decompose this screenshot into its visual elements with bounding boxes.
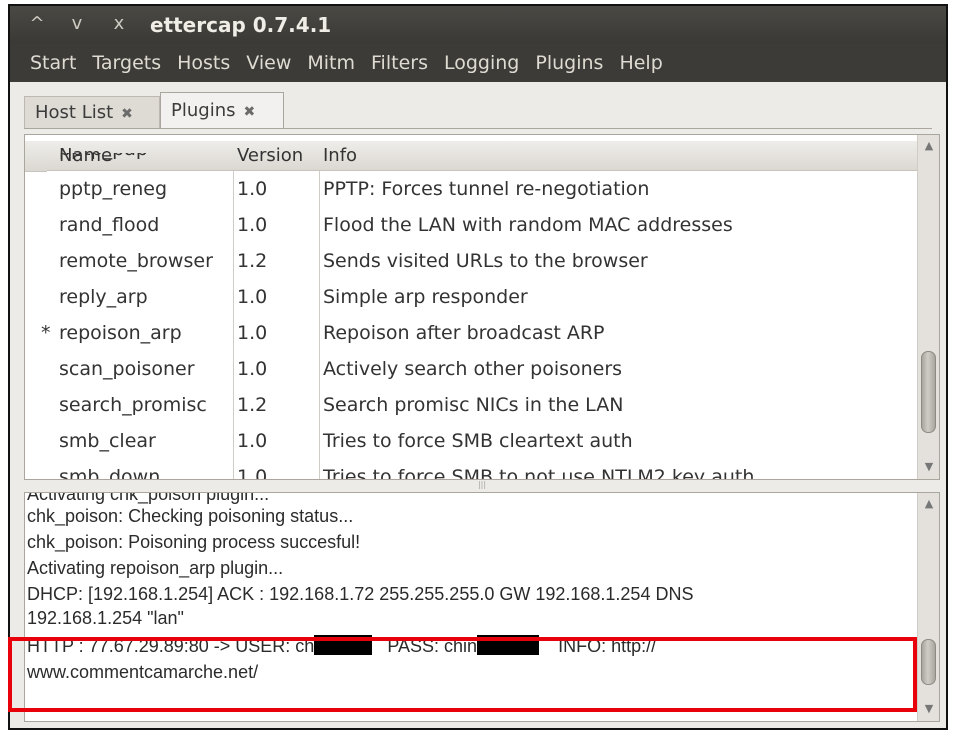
close-button[interactable]: x [106, 10, 132, 38]
table-row[interactable]: rand_flood 1.0 Flood the LAN with random M… [25, 207, 920, 243]
menu-plugins[interactable]: Plugins [527, 52, 611, 74]
table-row[interactable]: pptp_pap [25, 153, 920, 171]
plugin-info: Sends visited URLs to the browser [323, 250, 648, 272]
scroll-thumb[interactable] [921, 639, 936, 685]
log-line: Activating repoison_arp plugin... [27, 558, 284, 578]
plugin-name: smb_down [59, 466, 161, 480]
log-line: chk_poison: Checking poisoning status... [27, 506, 354, 526]
window-title: ettercap 0.7.4.1 [150, 13, 332, 37]
table-row[interactable]: smb_clear 1.0 Tries to force SMB cleartext… [25, 423, 920, 459]
menu-mitm[interactable]: Mitm [299, 52, 363, 74]
log-line: chk_poison: Poisoning process succesful! [27, 532, 361, 552]
tab-plugins[interactable]: Plugins ✖ [160, 92, 284, 128]
scroll-up-arrow-icon[interactable]: ▲ [918, 139, 939, 152]
tab-plugins-label: Plugins [171, 100, 236, 121]
plugin-version: 1.0 [237, 358, 268, 380]
tab-divider [24, 128, 932, 129]
plugin-name: pptp_pap [59, 153, 148, 167]
scroll-up-arrow-icon[interactable]: ▲ [918, 497, 939, 510]
table-row[interactable]: reply_arp 1.0 Simple arp responder [25, 279, 920, 315]
menu-hosts[interactable]: Hosts [169, 52, 238, 74]
plugin-info: Actively search other poisoners [323, 358, 623, 380]
plugins-table: Name Version Info pptp_pap pptp_reneg1.0… [24, 134, 940, 480]
plugin-version: 1.2 [237, 394, 268, 416]
menu-view[interactable]: View [238, 52, 299, 74]
scroll-down-arrow-icon[interactable]: ▼ [918, 460, 939, 473]
tab-host-list-label: Host List [35, 102, 114, 123]
plugin-name: pptp_reneg [59, 178, 168, 200]
plugin-info: Simple arp responder [323, 286, 528, 308]
plugin-version: 1.0 [237, 430, 268, 452]
scroll-down-arrow-icon[interactable]: ▼ [918, 702, 939, 715]
plugin-info: Tries to force SMB to not use NTLM2 key … [323, 466, 755, 480]
menu-filters[interactable]: Filters [363, 52, 436, 74]
table-row[interactable]: * repoison_arp 1.0 Repoison after broadcast… [25, 315, 920, 351]
highlight-annotation [8, 637, 917, 712]
tab-host-list[interactable]: Host List ✖ [24, 96, 160, 128]
plugin-name: search_promisc [59, 394, 207, 416]
plugin-name: reply_arp [59, 286, 148, 308]
plugin-info: Tries to force SMB cleartext auth [323, 430, 633, 452]
log-line: 192.168.1.254 "lan" [27, 608, 184, 628]
plugin-info: Search promisc NICs in the LAN [323, 394, 624, 416]
menu-logging[interactable]: Logging [436, 52, 527, 74]
plugin-name: scan_poisoner [59, 358, 195, 380]
client-area: Host List ✖ Plugins ✖ Name Version Info pp… [10, 82, 946, 728]
menu-bar: Start Targets Hosts View Mitm Filters Lo… [10, 44, 946, 82]
table-row[interactable]: remote_browser 1.2 Sends visited URLs to t… [25, 243, 920, 279]
table-row[interactable]: smb_down 1.0 Tries to force SMB to not use… [25, 459, 920, 480]
plugin-info: PPTP: Forces tunnel re-negotiation [323, 178, 650, 200]
menu-help[interactable]: Help [611, 52, 670, 74]
plugin-version: 1.0 [237, 178, 268, 200]
minimize-button[interactable]: v [64, 10, 90, 38]
plugin-info: Repoison after broadcast ARP [323, 322, 605, 344]
log-scrollbar[interactable]: ▲ ▼ [917, 493, 939, 721]
table-row[interactable]: scan_poisoner 1.0 Actively search other po… [25, 351, 920, 387]
plugin-name: rand_flood [59, 214, 160, 236]
scroll-thumb[interactable] [921, 351, 936, 433]
plugin-name: smb_clear [59, 430, 156, 452]
plugin-active-mark: * [41, 322, 51, 344]
menu-start[interactable]: Start [10, 52, 84, 74]
plugin-version: 1.0 [237, 214, 268, 236]
table-row[interactable]: pptp_reneg 1.0 PPTP: Forces tunnel re-nego… [25, 171, 920, 207]
plugin-name: repoison_arp [59, 322, 182, 344]
plugin-version: 1.0 [237, 466, 268, 480]
log-line: DHCP: [192.168.1.254] ACK : 192.168.1.72… [27, 584, 694, 604]
plugin-version: 1.0 [237, 322, 268, 344]
maximize-button[interactable]: ^ [24, 10, 50, 38]
close-icon[interactable]: ✖ [121, 98, 133, 130]
plugin-version: 1.0 [237, 286, 268, 308]
title-bar: ^ v x ettercap 0.7.4.1 [10, 6, 946, 44]
table-row[interactable]: search_promisc 1.2 Search promisc NICs in … [25, 387, 920, 423]
plugins-scrollbar[interactable]: ▲ ▼ [917, 135, 939, 479]
plugin-name: remote_browser [59, 250, 213, 272]
close-icon[interactable]: ✖ [243, 94, 255, 130]
plugin-version: 1.2 [237, 250, 268, 272]
plugin-info: Flood the LAN with random MAC addresses [323, 214, 733, 236]
menu-targets[interactable]: Targets [84, 52, 169, 74]
pane-resize-handle[interactable]: ||| [24, 480, 940, 490]
